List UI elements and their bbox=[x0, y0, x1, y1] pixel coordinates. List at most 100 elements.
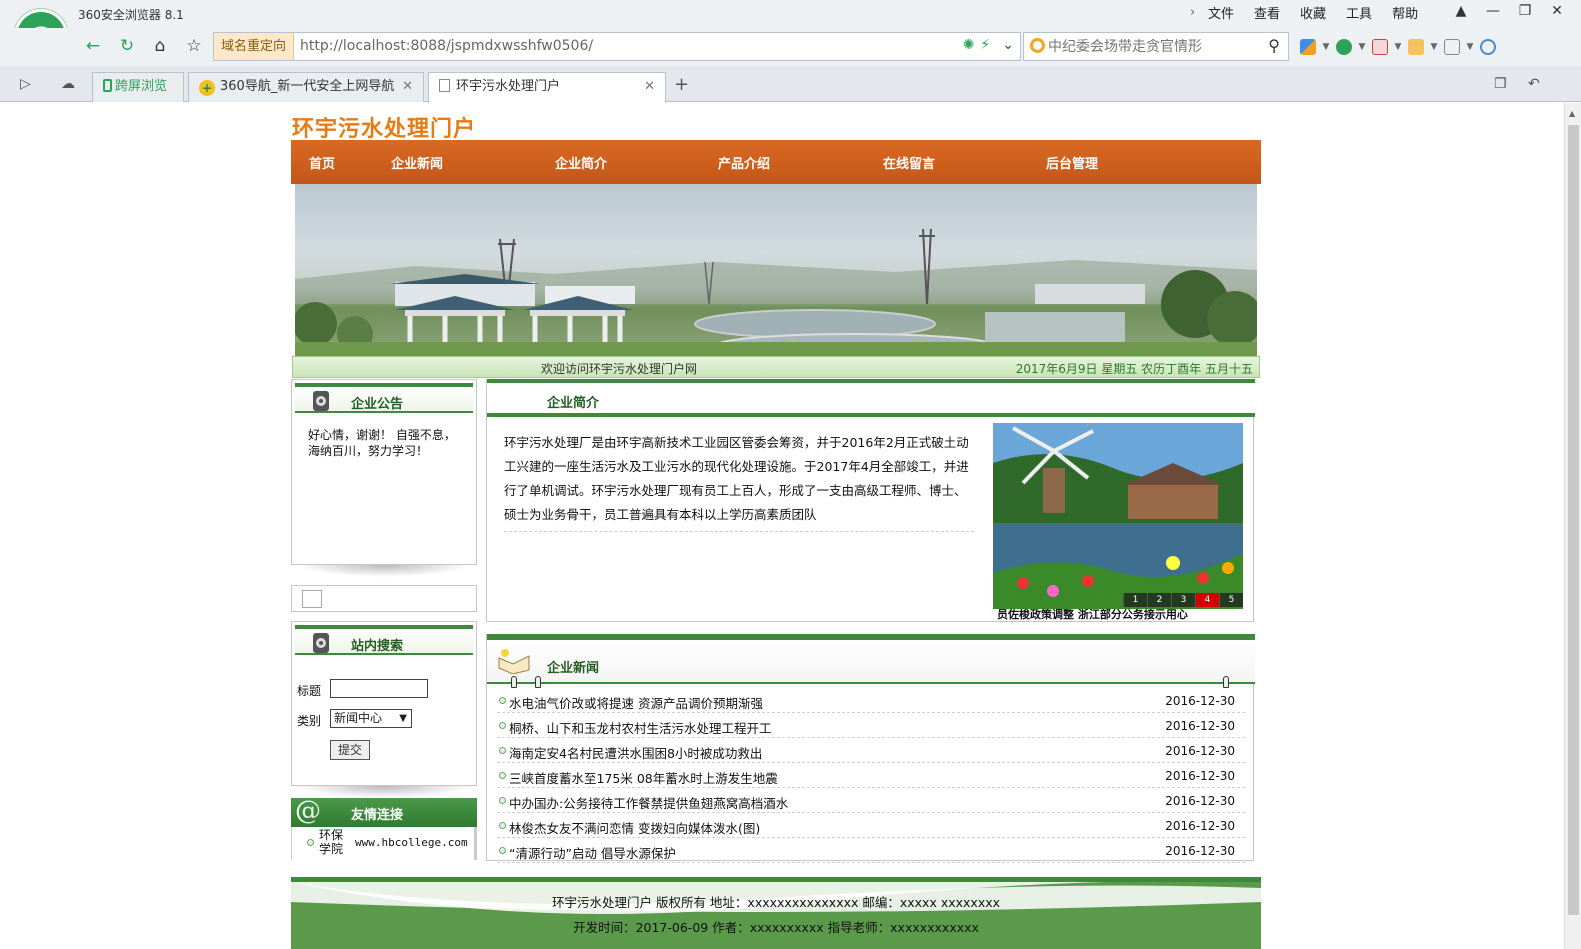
slide-caption[interactable]: 员佐梭政策调整 浙江部分公务接示用心 bbox=[993, 609, 1243, 621]
menu-help[interactable]: 帮助 bbox=[1392, 3, 1418, 22]
url-text[interactable]: http://localhost:8088/jspmdxwsshfw0506/ bbox=[300, 33, 593, 60]
nav-admin[interactable]: 后台管理 bbox=[1046, 153, 1098, 172]
news-row[interactable]: 桐桥、山下和玉龙村农村生活污水处理工程开工 2016-12-30 bbox=[497, 713, 1245, 738]
money-icon[interactable] bbox=[1336, 39, 1352, 55]
screenshot-icon[interactable] bbox=[1408, 39, 1424, 55]
gear-icon bbox=[313, 633, 329, 653]
chevron-right-icon[interactable]: › bbox=[1190, 5, 1208, 20]
star-icon[interactable]: ☆ bbox=[183, 36, 205, 58]
shirt-icon[interactable]: ▲ bbox=[1445, 0, 1477, 24]
menu-tools[interactable]: 工具 bbox=[1346, 3, 1372, 22]
chevron-down-icon[interactable]: ▼ bbox=[1316, 37, 1336, 57]
close-tab-icon[interactable]: ✕ bbox=[644, 73, 655, 101]
search-icon[interactable]: ⚲ bbox=[1268, 36, 1280, 55]
news-item-date: 2016-12-30 bbox=[1165, 694, 1235, 708]
chevron-down-icon[interactable]: ▼ bbox=[1460, 37, 1480, 57]
scroll-up-icon[interactable]: ▲ bbox=[1569, 109, 1575, 118]
slide-4[interactable]: 4 bbox=[1195, 593, 1219, 607]
browser-menu: › 文件 查看 收藏 工具 帮助 bbox=[1190, 3, 1438, 22]
security-icon[interactable]: ✺ bbox=[963, 37, 975, 53]
nav-about[interactable]: 企业简介 bbox=[555, 153, 607, 172]
close-tab-icon[interactable]: ✕ bbox=[402, 73, 413, 101]
banner-image bbox=[295, 184, 1257, 356]
lightning-icon[interactable]: ⚡ bbox=[980, 37, 990, 53]
menu-favorites[interactable]: 收藏 bbox=[1300, 3, 1326, 22]
tab-site[interactable]: 环宇污水处理门户 ✕ bbox=[428, 72, 666, 103]
news-item-title[interactable]: 桐桥、山下和玉龙村农村生活污水处理工程开工 bbox=[509, 718, 772, 737]
news-item-title[interactable]: 三峡首度蓄水至175米 08年蓄水时上游发生地震 bbox=[509, 768, 778, 787]
pdf-icon[interactable] bbox=[1372, 39, 1388, 55]
redirect-badge[interactable]: 域名重定向 bbox=[214, 33, 294, 60]
undo-close-icon[interactable]: ↶ bbox=[1528, 76, 1540, 92]
news-item-title[interactable]: 中办国办:公务接待工作餐禁提供鱼翅燕窝高档酒水 bbox=[509, 793, 788, 812]
news-row[interactable]: 三峡首度蓄水至175米 08年蓄水时上游发生地震 2016-12-30 bbox=[497, 763, 1245, 788]
tab-cross-screen[interactable]: 跨屏浏览 bbox=[92, 72, 184, 102]
news-row[interactable]: 中办国办:公务接待工作餐禁提供鱼翅燕窝高档酒水 2016-12-30 bbox=[497, 788, 1245, 813]
chevron-down-icon[interactable]: ▼ bbox=[1388, 37, 1408, 57]
title-label: 标题 bbox=[297, 684, 322, 698]
dropdown-arrow-icon: ▼ bbox=[399, 713, 407, 724]
window-controls: ▲ — ❐ ✕ bbox=[1445, 0, 1573, 24]
scroll-thumb[interactable] bbox=[1568, 125, 1579, 915]
blank-checkbox[interactable] bbox=[302, 590, 322, 608]
home-icon[interactable]: ⌂ bbox=[149, 36, 171, 58]
date-text: 2017年6月9日 星期五 农历丁酉年 五月十五 bbox=[1015, 362, 1253, 376]
news-row[interactable]: 水电油气价改或将提速 资源产品调价预期渐强 2016-12-30 bbox=[497, 688, 1245, 713]
slide-5[interactable]: 5 bbox=[1219, 593, 1243, 607]
chevron-down-icon[interactable]: ⌄ bbox=[1002, 37, 1014, 53]
refresh-icon[interactable]: ↻ bbox=[116, 36, 138, 58]
new-tab-button[interactable]: + bbox=[674, 74, 689, 95]
menu-file[interactable]: 文件 bbox=[1208, 3, 1234, 22]
news-item-title[interactable]: 林俊杰女友不满问恋情 变拨妇向媒体泼水(图) bbox=[509, 818, 760, 837]
back-icon[interactable]: ← bbox=[82, 36, 104, 58]
news-item-title[interactable]: “清源行动”启动 倡导水源保护 bbox=[509, 843, 676, 862]
slide-2[interactable]: 2 bbox=[1147, 593, 1171, 607]
news-item-title[interactable]: 水电油气价改或将提速 资源产品调价预期渐强 bbox=[509, 693, 763, 712]
submit-button[interactable]: 提交 bbox=[330, 740, 370, 760]
page-content: 环宇污水处理门户 首页 企业新闻 企业简介 产品介绍 在线留言 后台管理 欢迎访… bbox=[0, 103, 1564, 949]
link-name[interactable]: 环保学院 bbox=[319, 828, 349, 856]
image-icon[interactable] bbox=[1444, 39, 1460, 55]
nav-message[interactable]: 在线留言 bbox=[883, 153, 935, 172]
search-engine-icon[interactable] bbox=[1030, 38, 1045, 53]
slide-1[interactable]: 1 bbox=[1123, 593, 1147, 607]
apps-icon[interactable] bbox=[1300, 39, 1316, 55]
slideshow-image[interactable]: 1 2 3 4 5 员佐梭政策调整 浙江部分公务接示用心 bbox=[993, 423, 1243, 621]
slide-pager: 1 2 3 4 5 bbox=[1123, 593, 1243, 607]
menu-view[interactable]: 查看 bbox=[1254, 3, 1280, 22]
maximize-button[interactable]: ❐ bbox=[1509, 0, 1541, 24]
chevron-down-icon[interactable]: ▼ bbox=[1424, 37, 1444, 57]
news-row[interactable]: “清源行动”启动 倡导水源保护 2016-12-30 bbox=[497, 838, 1245, 863]
intro-text: 环宇污水处理厂是由环宇高新技术工业园区管委会筹资，并于2016年2月正式破土动工… bbox=[504, 431, 974, 532]
bullet-icon bbox=[499, 822, 506, 829]
site-title: 环宇污水处理门户 bbox=[292, 116, 477, 142]
page-scrollbar[interactable]: ▲ bbox=[1564, 103, 1581, 949]
category-label: 类别 bbox=[297, 714, 322, 728]
address-icons: ✺ ⚡ ⌄ bbox=[963, 37, 1014, 53]
minimize-button[interactable]: — bbox=[1477, 0, 1509, 24]
news-row[interactable]: 海南定安4名村民遭洪水围困8小时被成功救出 2016-12-30 bbox=[497, 738, 1245, 763]
title-input[interactable] bbox=[330, 679, 428, 698]
zoom-icon[interactable] bbox=[1480, 39, 1496, 55]
news-item-title[interactable]: 海南定安4名村民遭洪水围困8小时被成功救出 bbox=[509, 743, 762, 762]
address-bar[interactable]: 域名重定向 http://localhost:8088/jspmdxwsshfw… bbox=[213, 32, 1021, 61]
chevron-down-icon[interactable]: ▼ bbox=[1352, 37, 1372, 57]
nav-products[interactable]: 产品介绍 bbox=[718, 153, 770, 172]
news-title: 企业新闻 bbox=[547, 661, 600, 676]
nav-home[interactable]: 首页 bbox=[309, 153, 335, 172]
window-list-icon[interactable]: ❐ bbox=[1494, 76, 1507, 92]
close-window-button[interactable]: ✕ bbox=[1541, 0, 1573, 24]
tab-360-nav[interactable]: +360导航_新一代安全上网导航 ✕ bbox=[188, 72, 424, 102]
link-url[interactable]: www.hbcollege.com bbox=[355, 836, 468, 849]
phone-icon bbox=[103, 79, 112, 92]
search-input[interactable] bbox=[1048, 33, 1248, 60]
sidebar-toggle-icon[interactable]: ▷ bbox=[20, 76, 31, 92]
slide-3[interactable]: 3 bbox=[1171, 593, 1195, 607]
cloud-icon[interactable]: ☁ bbox=[61, 76, 75, 92]
category-select[interactable]: 新闻中心 ▼ bbox=[330, 709, 412, 728]
browser-navbar: ← ↻ ⌂ ☆ 域名重定向 http://localhost:8088/jspm… bbox=[0, 28, 1581, 66]
nav-news[interactable]: 企业新闻 bbox=[391, 153, 443, 172]
app-title: 360安全浏览器 8.1 bbox=[78, 8, 184, 22]
news-row[interactable]: 林俊杰女友不满问恋情 变拨妇向媒体泼水(图) 2016-12-30 bbox=[497, 813, 1245, 838]
notice-header: 企业公告 bbox=[295, 383, 473, 413]
